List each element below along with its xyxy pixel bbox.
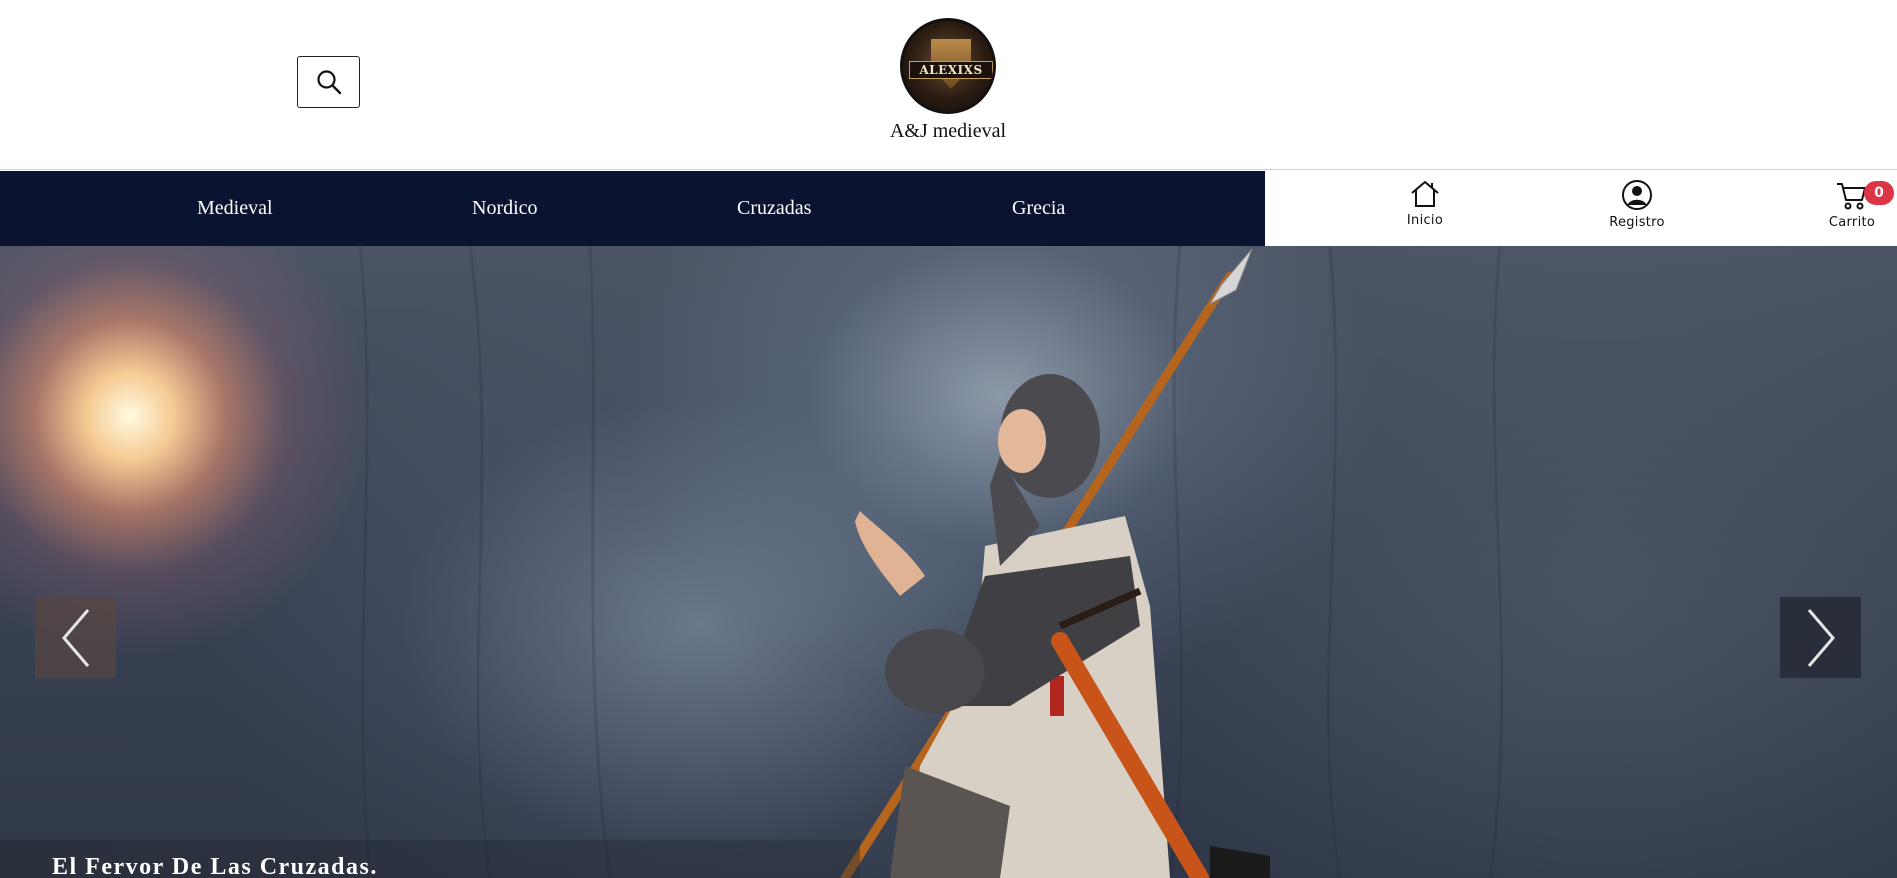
main-nav: Medieval Nordico Cruzadas Grecia (0, 171, 1265, 246)
home-link[interactable]: Inicio (1365, 179, 1485, 241)
chevron-right-icon (1807, 608, 1835, 667)
hero-carousel: El Fervor De Las Cruzadas. (0, 246, 1897, 878)
user-circle-icon (1622, 180, 1652, 210)
home-label: Inicio (1406, 213, 1444, 228)
search-button[interactable] (297, 56, 360, 108)
top-header: ALEXIXS A&J medieval (0, 0, 1897, 170)
slide-caption: El Fervor De Las Cruzadas. (52, 854, 378, 878)
utility-bar: Inicio Registro Carrito 0 (1265, 171, 1897, 246)
chevron-left-icon (61, 608, 89, 667)
crusader-knight-image (358, 246, 1504, 878)
brand-logo-link[interactable]: ALEXIXS A&J medieval (880, 18, 1016, 143)
nav-item-grecia[interactable]: Grecia (1012, 171, 1065, 246)
brand-name: A&J medieval (889, 120, 1007, 142)
carousel-prev-button[interactable] (35, 597, 116, 678)
home-icon (1411, 181, 1439, 207)
nav-item-nordico[interactable]: Nordico (472, 171, 538, 246)
register-label: Registro (1609, 215, 1665, 230)
brand-logo: ALEXIXS (900, 18, 996, 114)
logo-text: ALEXIXS (909, 61, 993, 79)
cart-link[interactable]: Carrito 0 (1792, 179, 1897, 241)
cart-count-badge: 0 (1864, 181, 1894, 205)
cart-label: Carrito (1828, 215, 1876, 230)
nav-item-medieval[interactable]: Medieval (197, 171, 273, 246)
register-link[interactable]: Registro (1577, 179, 1697, 241)
carousel-next-button[interactable] (1780, 597, 1861, 678)
nav-item-cruzadas[interactable]: Cruzadas (737, 171, 811, 246)
search-icon (316, 70, 341, 95)
